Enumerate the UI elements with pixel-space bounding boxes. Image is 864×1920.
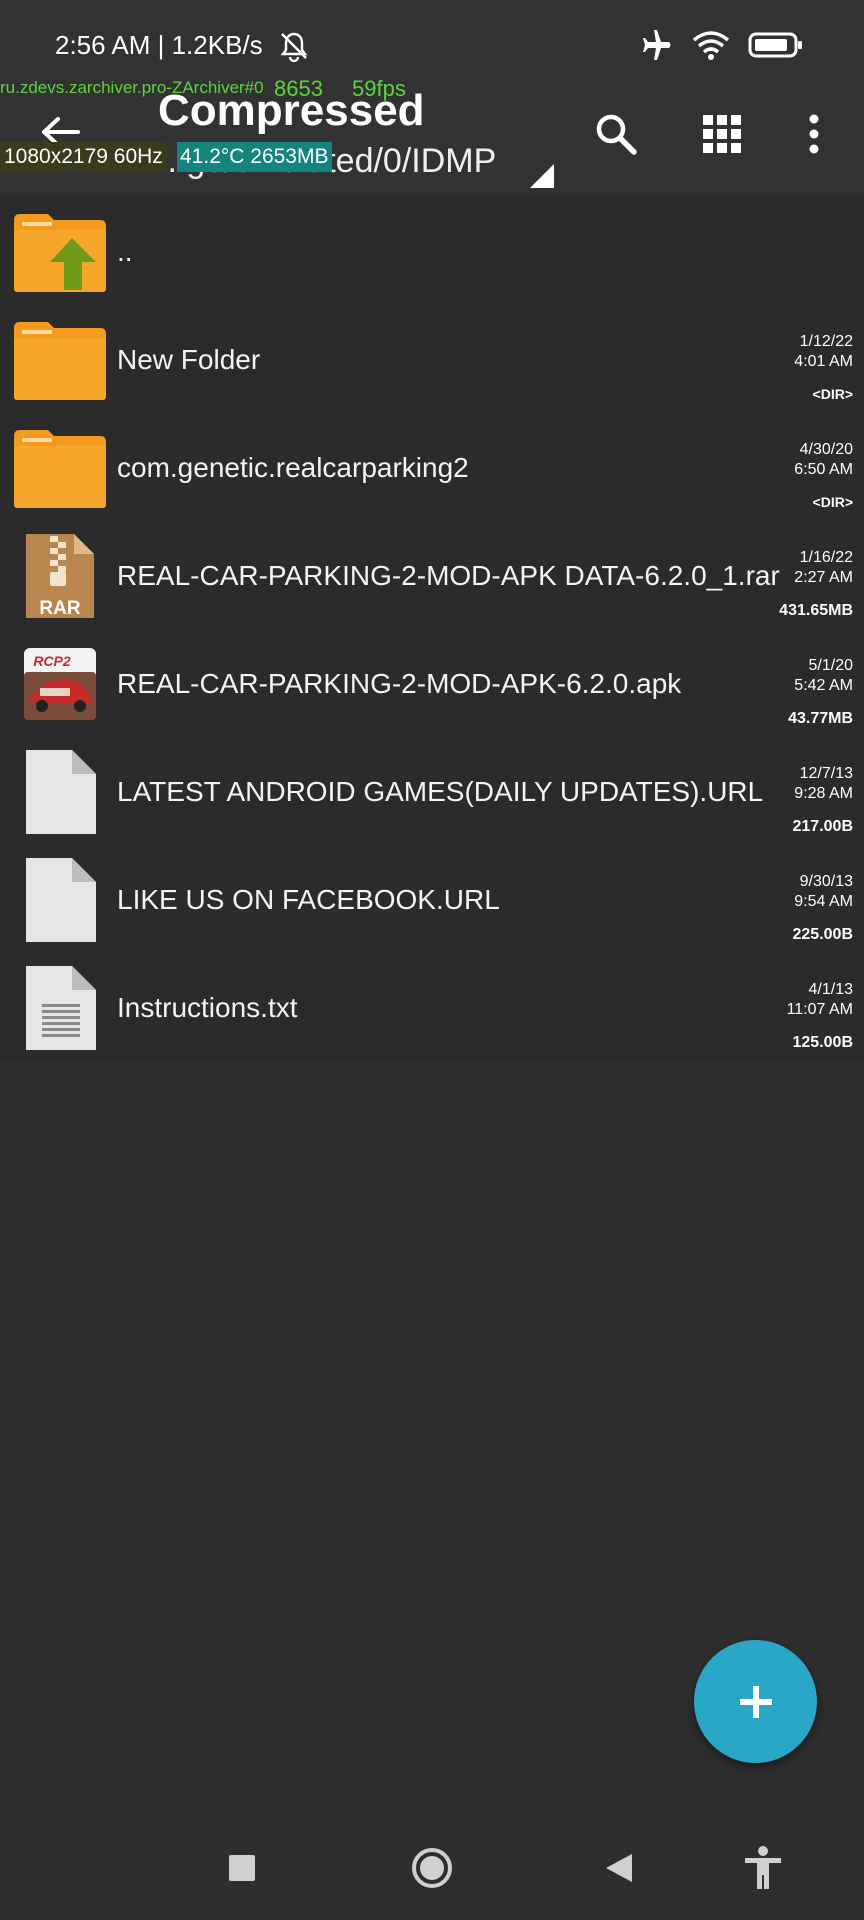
plus-icon (739, 1685, 772, 1718)
rar-archive-icon: RAR (26, 534, 94, 618)
more-vertical-icon (809, 114, 819, 154)
file-date: 4/30/20 6:50 AM (733, 440, 853, 480)
file-list: .. New Folder 1/12/22 4:01 AM <DIR> com.g… (0, 198, 864, 1062)
file-date-time: 11:07 AM (786, 1001, 853, 1018)
status-time-speed: 2:56 AM | 1.2KB/s (55, 30, 263, 60)
rar-icon-label: RAR (39, 598, 80, 618)
file-date: 9/30/13 9:54 AM (733, 872, 853, 912)
accessibility-icon (745, 1846, 781, 1889)
file-date-time: 9:54 AM (794, 893, 853, 910)
top-app-bar: 2:56 AM | 1.2KB/s ru.zdevs.zarchiver.pro… (0, 0, 864, 195)
list-item-file[interactable]: Instructions.txt 4/1/13 11:07 AM 125.00B (0, 954, 864, 1062)
accessibility-button[interactable] (733, 1842, 793, 1894)
list-item-file[interactable]: LATEST ANDROID GAMES(DAILY UPDATES).URL … (0, 738, 864, 846)
nav-back-button[interactable] (589, 1842, 649, 1894)
file-name: New Folder (117, 344, 261, 375)
file-name: com.genetic.realcarparking2 (117, 452, 469, 483)
back-triangle-icon (606, 1854, 632, 1882)
path-dropdown-indicator[interactable] (530, 164, 554, 188)
apk-app-icon: RCP2 (24, 648, 96, 720)
status-icons (640, 30, 804, 60)
folder-up-icon (14, 214, 106, 292)
search-icon (596, 114, 637, 155)
file-date-time: 4:01 AM (794, 353, 853, 370)
file-date: 4/1/13 11:07 AM (733, 980, 853, 1020)
file-date-day: 1/16/22 (799, 549, 853, 566)
file-date-time: 9:28 AM (794, 785, 853, 802)
file-date-day: 12/7/13 (799, 765, 853, 782)
debug-resolution-label: 1080x2179 60Hz (0, 142, 167, 172)
file-date: 5/1/20 5:42 AM (733, 656, 853, 696)
file-size: 431.65MB (779, 602, 853, 619)
recents-square-icon (229, 1855, 255, 1881)
recents-button[interactable] (212, 1842, 272, 1894)
file-date-day: 9/30/13 (799, 873, 853, 890)
file-date-day: 4/30/20 (799, 441, 853, 458)
file-date: 12/7/13 9:28 AM (733, 764, 853, 804)
file-size: <DIR> (812, 386, 853, 402)
file-name: Instructions.txt (117, 992, 298, 1023)
text-file-icon (26, 966, 96, 1050)
grid-view-button[interactable] (694, 106, 750, 162)
file-size: 225.00B (792, 926, 854, 943)
file-size: 217.00B (792, 818, 854, 835)
file-name: LIKE US ON FACEBOOK.URL (117, 884, 500, 915)
search-button[interactable] (588, 106, 644, 162)
apk-icon-label: RCP2 (33, 653, 71, 669)
add-fab-button[interactable] (694, 1640, 817, 1763)
file-name: LATEST ANDROID GAMES(DAILY UPDATES).URL (117, 776, 764, 807)
file-date-day: 4/1/13 (808, 981, 853, 998)
file-date: 1/12/22 4:01 AM (733, 332, 853, 372)
file-size: <DIR> (812, 494, 853, 510)
list-item-file[interactable]: RCP2 REAL-CAR-PARKING-2-MOD-APK-6.2.0.ap… (0, 630, 864, 738)
file-date-time: 2:27 AM (794, 569, 853, 586)
file-date-day: 1/12/22 (799, 333, 853, 350)
file-date-time: 5:42 AM (794, 677, 853, 694)
list-item-file[interactable]: RAR REAL-CAR-PARKING-2-MOD-APK DATA-6.2.… (0, 522, 864, 630)
file-date-day: 5/1/20 (808, 657, 853, 674)
folder-icon (14, 430, 106, 508)
file-name: REAL-CAR-PARKING-2-MOD-APK-6.2.0.apk (117, 668, 682, 699)
file-date-time: 6:50 AM (794, 461, 853, 478)
file-icon (26, 750, 96, 834)
file-date: 1/16/22 2:27 AM (733, 548, 853, 588)
list-item-folder[interactable]: com.genetic.realcarparking2 4/30/20 6:50 … (0, 414, 864, 522)
airplane-icon (643, 30, 671, 60)
wifi-icon (692, 31, 730, 60)
page-title: Compressed (158, 86, 425, 135)
battery-icon (748, 32, 802, 58)
debug-temp-label: 41.2°C 2653MB (177, 142, 332, 172)
list-item-parent[interactable]: .. (0, 198, 864, 306)
file-icon (26, 858, 96, 942)
home-circle-icon (412, 1848, 452, 1888)
bell-off-icon (280, 32, 308, 62)
file-name: REAL-CAR-PARKING-2-MOD-APK DATA-6.2.0_1.… (117, 560, 780, 591)
grid-view-icon (703, 115, 741, 153)
file-name: .. (117, 236, 133, 267)
file-size: 125.00B (792, 1034, 854, 1051)
more-options-button[interactable] (786, 106, 842, 162)
list-item-folder[interactable]: New Folder 1/12/22 4:01 AM <DIR> (0, 306, 864, 414)
file-size: 43.77MB (788, 710, 853, 727)
home-button[interactable] (402, 1842, 462, 1894)
folder-icon (14, 322, 106, 400)
list-item-file[interactable]: LIKE US ON FACEBOOK.URL 9/30/13 9:54 AM 2… (0, 846, 864, 954)
